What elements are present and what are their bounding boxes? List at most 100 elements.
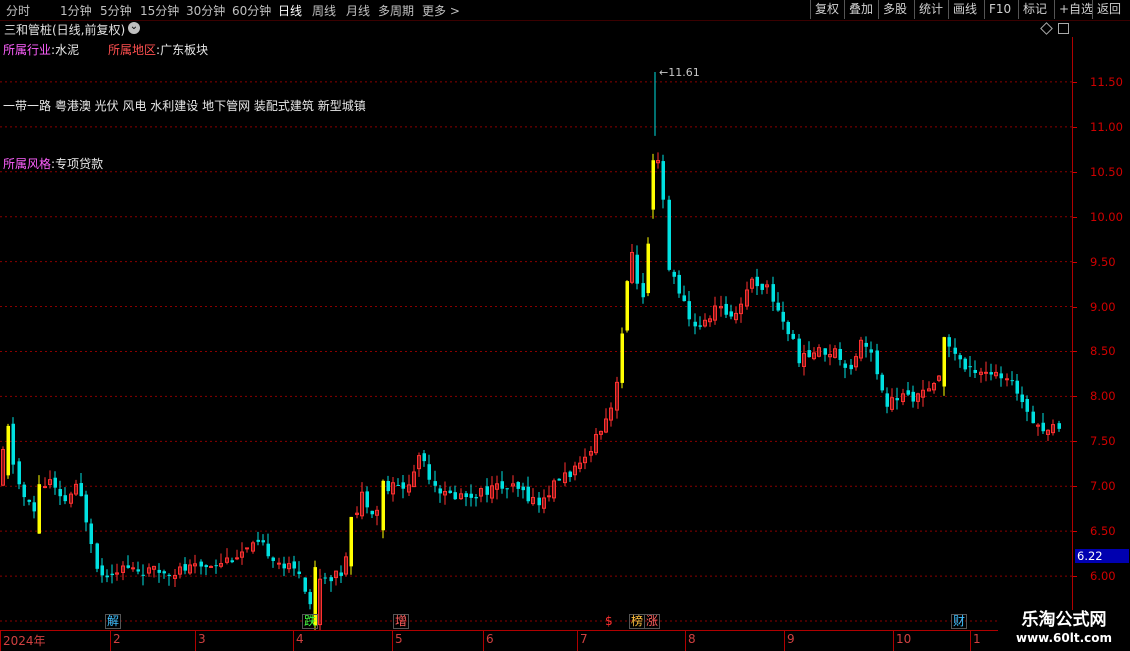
x-tick bbox=[970, 631, 971, 651]
candle-body bbox=[807, 350, 811, 358]
candle-body bbox=[875, 350, 879, 375]
candle-body bbox=[672, 271, 676, 277]
period-tab-intraday[interactable]: 分时 bbox=[6, 2, 30, 19]
draw-line-button[interactable]: 画线 bbox=[948, 0, 984, 19]
candle-body bbox=[261, 540, 265, 543]
candle-body bbox=[906, 390, 910, 395]
candle-body bbox=[230, 560, 234, 563]
candle-body bbox=[386, 481, 390, 492]
candle-body bbox=[1057, 423, 1061, 429]
event-marker[interactable]: 榜 bbox=[629, 614, 646, 629]
square-icon[interactable] bbox=[1058, 23, 1069, 34]
candle-body bbox=[947, 337, 951, 347]
candle-body bbox=[339, 572, 343, 576]
event-marker[interactable]: 跌 bbox=[302, 614, 319, 629]
period-tab-5min[interactable]: 5分钟 bbox=[100, 2, 132, 19]
x-tick-label: 9 bbox=[787, 632, 795, 646]
candle-body bbox=[641, 283, 645, 298]
y-tick bbox=[1073, 171, 1077, 173]
high-price-label: ←11.61 bbox=[659, 66, 700, 79]
back-button[interactable]: 返回 bbox=[1092, 0, 1130, 19]
candle-body bbox=[271, 557, 275, 561]
candle-body bbox=[6, 425, 10, 476]
candle-body bbox=[786, 321, 790, 335]
event-marker[interactable]: 财 bbox=[951, 614, 968, 629]
candle-body bbox=[266, 543, 270, 557]
candle-body bbox=[329, 577, 333, 582]
x-tick-label: 2024年 bbox=[3, 634, 46, 648]
x-tick bbox=[685, 631, 686, 651]
candle-body bbox=[984, 371, 988, 374]
candle-body bbox=[448, 490, 452, 493]
x-tick-label: 10 bbox=[896, 632, 912, 646]
mark-button[interactable]: 标记 bbox=[1018, 0, 1054, 19]
candle-body bbox=[771, 284, 775, 302]
candle-body bbox=[17, 461, 21, 485]
candle-body bbox=[989, 372, 993, 375]
candle-body bbox=[687, 301, 691, 320]
f10-button[interactable]: F10 bbox=[984, 0, 1018, 19]
candle-body bbox=[11, 423, 15, 465]
candle-body bbox=[661, 161, 665, 200]
current-price-label: 6.22 bbox=[1075, 549, 1129, 564]
candle-body bbox=[84, 494, 88, 523]
period-tab-more[interactable]: 更多 > bbox=[422, 2, 460, 19]
period-tab-30min[interactable]: 30分钟 bbox=[186, 2, 225, 19]
watermark-title: 乐淘公式网 bbox=[1021, 610, 1107, 630]
candle-body bbox=[474, 497, 478, 499]
candle-body bbox=[797, 338, 801, 364]
candle-body bbox=[422, 453, 426, 462]
event-marker[interactable]: 涨 bbox=[644, 614, 661, 629]
x-tick bbox=[483, 631, 484, 651]
candle-body bbox=[682, 295, 686, 302]
candle-body bbox=[537, 497, 541, 506]
candle-body bbox=[500, 481, 504, 489]
period-tab-15min[interactable]: 15分钟 bbox=[140, 2, 179, 19]
candle-body bbox=[1031, 411, 1035, 424]
candle-body bbox=[843, 363, 847, 368]
adjust-button[interactable]: 复权 bbox=[810, 0, 844, 19]
candle-body bbox=[105, 575, 109, 578]
event-marker[interactable]: 增 bbox=[393, 614, 410, 629]
period-tab-60min[interactable]: 60分钟 bbox=[232, 2, 271, 19]
candle-body bbox=[693, 321, 697, 327]
stats-button[interactable]: 统计 bbox=[914, 0, 948, 19]
overlay-button[interactable]: 叠加 bbox=[844, 0, 878, 19]
candle-body bbox=[677, 274, 681, 294]
event-marker[interactable]: 解 bbox=[105, 614, 122, 629]
candle-body bbox=[547, 495, 551, 498]
candle-body bbox=[1020, 394, 1024, 403]
candle-body bbox=[256, 539, 260, 542]
candle-body bbox=[209, 565, 213, 568]
candle-body bbox=[365, 491, 369, 508]
candle-body bbox=[303, 577, 307, 592]
candle-body bbox=[204, 565, 208, 568]
candle-body bbox=[869, 349, 873, 353]
y-tick-label: 9.00 bbox=[1090, 299, 1116, 314]
candle-body bbox=[885, 393, 889, 407]
period-tab-monthly[interactable]: 月线 bbox=[346, 2, 370, 19]
period-tab-multi[interactable]: 多周期 bbox=[378, 2, 414, 19]
candle-body bbox=[308, 592, 312, 605]
candlestick-chart[interactable]: ←11.61←5.29 bbox=[0, 37, 1072, 630]
event-marker[interactable]: $ bbox=[603, 614, 615, 629]
candle-body bbox=[37, 484, 41, 534]
stock-title: 三和管桩(日线,前复权) bbox=[4, 23, 126, 37]
multi-stock-button[interactable]: 多股 bbox=[878, 0, 914, 19]
diamond-icon[interactable] bbox=[1040, 22, 1053, 35]
y-tick bbox=[1073, 441, 1077, 443]
period-tab-weekly[interactable]: 周线 bbox=[312, 2, 336, 19]
x-tick-label: 1 bbox=[973, 632, 981, 646]
candle-body bbox=[381, 480, 385, 531]
x-tick-label: 8 bbox=[688, 632, 696, 646]
period-tab-daily[interactable]: 日线 bbox=[278, 2, 302, 19]
candle-body bbox=[323, 577, 327, 579]
period-tab-1min[interactable]: 1分钟 bbox=[60, 2, 92, 19]
x-tick bbox=[0, 631, 1, 651]
candle-body bbox=[110, 573, 114, 576]
candle-body bbox=[162, 571, 166, 574]
candle-body bbox=[1010, 380, 1014, 382]
candle-body bbox=[235, 557, 239, 560]
dropdown-icon[interactable]: ⌄ bbox=[128, 22, 140, 34]
add-watchlist-button[interactable]: +自选 bbox=[1054, 0, 1093, 19]
